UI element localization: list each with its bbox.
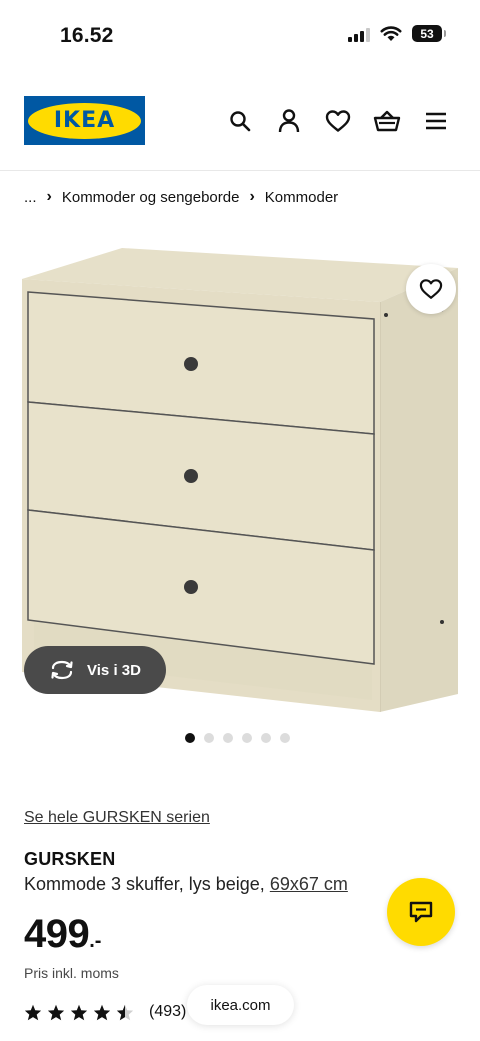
product-description-text: Kommode 3 skuffer, lys beige, — [24, 874, 265, 894]
status-indicators: 53 — [348, 25, 446, 42]
status-bar: 16.52 53 — [0, 0, 480, 72]
favourites-button[interactable] — [323, 106, 352, 135]
gallery-dot[interactable] — [222, 733, 233, 743]
gallery-dot[interactable] — [279, 733, 290, 743]
view-in-3d-button[interactable]: Vis i 3D — [24, 646, 166, 694]
breadcrumb-item-kommoder-og-sengeborde[interactable]: Kommoder og sengeborde — [62, 189, 240, 206]
product-description: Kommode 3 skuffer, lys beige, 69x67 cm — [24, 874, 348, 895]
account-button[interactable] — [274, 106, 303, 135]
price-integer: 499 — [24, 912, 90, 956]
signal-icon — [348, 26, 370, 42]
breadcrumb: ... › Kommoder og sengeborde › Kommoder — [24, 188, 338, 206]
header-actions — [225, 106, 450, 135]
star-icon — [24, 1004, 42, 1020]
search-icon — [229, 110, 250, 131]
chat-button[interactable] — [387, 878, 455, 946]
chevron-right-icon: › — [46, 188, 52, 205]
ikea-logo[interactable]: IKEA — [24, 96, 145, 145]
basket-icon — [373, 110, 400, 131]
series-link[interactable]: Se hele GURSKEN serien — [24, 809, 210, 827]
star-icon — [70, 1004, 88, 1020]
star-icon — [47, 1004, 65, 1020]
browser-url-bar[interactable]: ikea.com — [187, 985, 294, 1025]
chevron-right-icon: › — [249, 188, 255, 205]
heart-icon — [325, 109, 350, 132]
heart-icon — [419, 279, 443, 299]
breadcrumb-item-kommoder[interactable]: Kommoder — [265, 189, 338, 206]
rating-count: (493) — [149, 1003, 187, 1020]
view-in-3d-label: Vis i 3D — [87, 661, 141, 679]
search-button[interactable] — [225, 106, 254, 135]
product-rating[interactable]: (493) — [24, 1003, 186, 1021]
wifi-icon — [380, 25, 402, 41]
gallery-pagination — [0, 733, 480, 743]
logo-text: IKEA — [53, 108, 116, 133]
logo-oval: IKEA — [28, 102, 141, 139]
product-name: GURSKEN — [24, 849, 116, 869]
price-decimal: .- — [89, 930, 102, 952]
battery-icon: 53 — [412, 25, 446, 42]
gallery-dot[interactable] — [184, 733, 195, 743]
product-price: 499 .- — [24, 912, 101, 957]
rotate-3d-icon — [51, 660, 73, 680]
gallery-dot[interactable] — [241, 733, 252, 743]
gallery-dot[interactable] — [203, 733, 214, 743]
basket-button[interactable] — [372, 106, 401, 135]
menu-button[interactable] — [421, 106, 450, 135]
gallery-dot[interactable] — [260, 733, 271, 743]
price-note: Pris inkl. moms — [24, 965, 119, 981]
chat-icon — [409, 901, 433, 923]
status-time: 16.52 — [60, 24, 114, 47]
product-gallery[interactable]: Vis i 3D — [0, 232, 480, 722]
product-size-link[interactable]: 69x67 cm — [270, 874, 348, 894]
user-icon — [278, 108, 299, 132]
menu-icon — [425, 112, 446, 129]
star-icon — [93, 1004, 111, 1020]
add-to-favourites-button[interactable] — [406, 264, 456, 314]
half-star-icon — [116, 1004, 134, 1020]
breadcrumb-ellipsis[interactable]: ... — [24, 189, 37, 206]
site-header: IKEA — [0, 72, 480, 171]
